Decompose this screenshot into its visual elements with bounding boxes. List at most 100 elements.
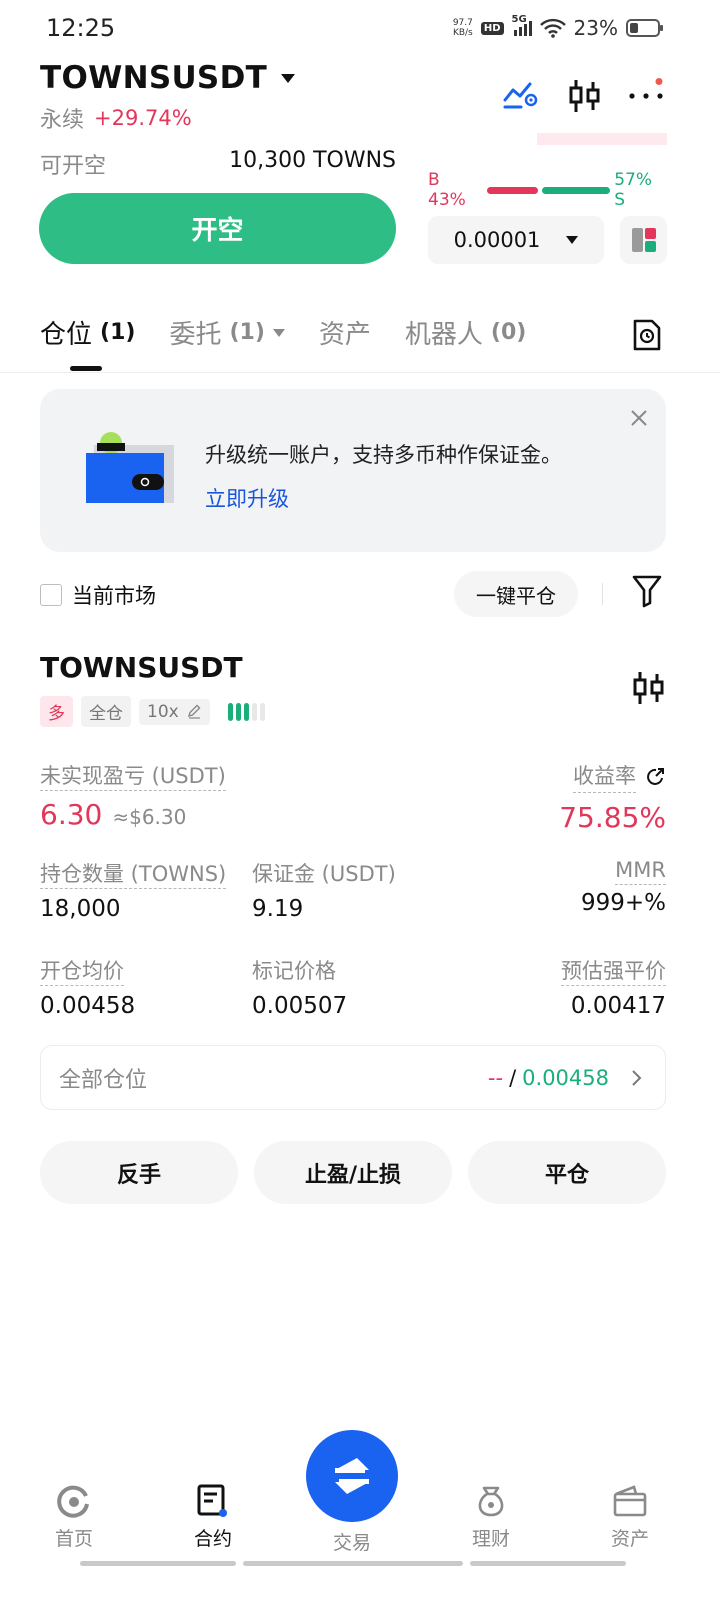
buy-ratio-bar <box>486 186 539 194</box>
adl-indicator <box>228 702 266 721</box>
unrealized-pnl-label[interactable]: 未实现盈亏 (USDT) <box>40 764 226 791</box>
position-size: 持仓数量 (TOWNS) 18,000 <box>40 858 227 922</box>
mark-price: 标记价格 0.00507 <box>252 955 347 1019</box>
active-tab-indicator <box>70 366 102 371</box>
roe: 收益率 75.85% <box>559 760 666 834</box>
contract-type: 永续 <box>40 108 85 133</box>
candlestick-icon[interactable] <box>568 78 602 114</box>
more-icon <box>629 78 663 99</box>
pair-name: TOWNSUSDT <box>40 60 268 96</box>
status-icons: 97.7 KB/s HD 5G 23% <box>452 14 663 40</box>
home-indicator <box>243 1561 463 1566</box>
nav-assets[interactable]: 资产 <box>570 1484 690 1551</box>
tab-orders[interactable]: 委托 (1) <box>169 314 285 351</box>
position-tabs: 仓位 (1) 委托 (1) 资产 机器人 (0) <box>40 314 526 351</box>
margin: 保证金 (USDT) 9.19 <box>252 858 396 922</box>
available-row: 可开空 10,300 TOWNS <box>40 148 396 180</box>
divider <box>602 583 603 605</box>
unrealized-pnl-usd: ≈$6.30 <box>112 805 187 829</box>
close-position-button[interactable]: 平仓 <box>468 1141 666 1204</box>
pair-subtitle: 永续 +29.74% <box>40 102 192 134</box>
tick-size-select[interactable]: 0.00001 <box>428 216 604 264</box>
price-change: +29.74% <box>94 106 192 130</box>
liquidation-price: 预估强平价 0.00417 <box>561 955 666 1019</box>
swap-icon <box>335 1458 369 1494</box>
close-icon[interactable] <box>630 409 648 427</box>
edit-icon <box>188 704 201 719</box>
leverage-tag[interactable]: 10x <box>139 698 211 725</box>
nav-trade-label[interactable]: 交易 <box>292 1528 412 1555</box>
pair-selector[interactable]: TOWNSUSDT <box>40 60 296 96</box>
roe-value: 75.85% <box>559 801 666 834</box>
unrealized-pnl: 未实现盈亏 (USDT) 6.30 ≈$6.30 <box>40 760 226 831</box>
sell-ratio: 57% S <box>614 170 653 210</box>
available-label: 可开空 <box>40 154 107 179</box>
chevron-right-icon <box>632 1069 642 1086</box>
chevron-down-icon <box>272 328 285 337</box>
upgrade-banner: 升级统一账户，支持多币种作保证金。 立即升级 <box>40 389 666 552</box>
filter-icon[interactable] <box>631 574 663 608</box>
home-indicator <box>470 1561 626 1566</box>
margin-value: 9.19 <box>252 896 304 922</box>
history-icon[interactable] <box>632 318 662 352</box>
signal-icon: 5G <box>512 14 532 36</box>
banner-text: 升级统一账户，支持多币种作保证金。 <box>205 443 562 467</box>
tp-sl-button[interactable]: 止盈/止损 <box>254 1141 452 1204</box>
liq-label[interactable]: 预估强平价 <box>561 959 666 986</box>
size-label[interactable]: 持仓数量 (TOWNS) <box>40 862 227 889</box>
all-positions-row[interactable]: 全部仓位 -- / 0.00458 <box>40 1045 666 1110</box>
status-bar: 12:25 97.7 KB/s HD 5G 23% <box>0 0 720 56</box>
mmr-value: 999+% <box>580 890 666 916</box>
close-all-button[interactable]: 一键平仓 <box>454 571 578 617</box>
available-value: 10,300 TOWNS <box>229 148 396 173</box>
tab-positions[interactable]: 仓位 (1) <box>40 314 135 351</box>
candlestick-icon[interactable] <box>632 670 666 706</box>
sell-ratio-bar <box>542 186 611 194</box>
buy-ratio: B 43% <box>428 170 466 210</box>
margin-label: 保证金 (USDT) <box>252 862 396 886</box>
entry-label[interactable]: 开仓均价 <box>40 959 124 986</box>
home-icon <box>57 1485 89 1518</box>
tab-bots[interactable]: 机器人 (0) <box>405 314 526 351</box>
tab-assets[interactable]: 资产 <box>319 314 371 351</box>
reverse-button[interactable]: 反手 <box>40 1141 238 1204</box>
tick-size-value: 0.00001 <box>453 228 541 252</box>
chevron-down-icon <box>281 73 296 83</box>
nav-earn[interactable]: 理财 <box>431 1484 551 1551</box>
more-menu-button[interactable] <box>628 78 668 108</box>
status-time: 12:25 <box>46 14 116 42</box>
mark-label: 标记价格 <box>252 959 336 983</box>
orderbook-layout-button[interactable] <box>620 216 667 264</box>
open-short-button[interactable]: 开空 <box>39 193 396 264</box>
orderbook-depth-strip <box>537 133 667 145</box>
roe-label[interactable]: 收益率 <box>573 760 636 793</box>
nav-futures[interactable]: 合约 <box>153 1484 273 1551</box>
entry-value: 0.00458 <box>40 993 136 1019</box>
margin-mode-tag: 全仓 <box>81 696 131 727</box>
mark-value: 0.00507 <box>252 993 348 1019</box>
mmr: MMR 999+% <box>581 858 666 916</box>
position-symbol: TOWNSUSDT <box>40 651 243 684</box>
mmr-label[interactable]: MMR <box>615 858 666 885</box>
liq-value: 0.00417 <box>570 993 666 1019</box>
nav-trade-fab[interactable] <box>306 1430 398 1522</box>
futures-icon <box>197 1484 227 1517</box>
battery-percent: 23% <box>573 16 618 40</box>
upgrade-link[interactable]: 立即升级 <box>205 483 289 513</box>
current-market-filter[interactable]: 当前市场 <box>40 580 156 610</box>
wallet-illustration-icon <box>86 432 174 503</box>
net-speed: 97.7 KB/s <box>452 18 473 38</box>
position-tags: 多 全仓 10x <box>40 696 266 727</box>
entry-price: 开仓均价 0.00458 <box>40 955 135 1019</box>
unrealized-pnl-value: 6.30 <box>40 798 103 831</box>
side-tag: 多 <box>40 696 73 727</box>
wallet-icon <box>613 1485 647 1517</box>
chevron-down-icon <box>566 236 579 244</box>
nav-home[interactable]: 首页 <box>14 1484 134 1551</box>
checkbox[interactable] <box>40 584 62 606</box>
home-indicator <box>80 1561 236 1566</box>
divider <box>0 372 720 373</box>
share-icon[interactable] <box>646 767 666 787</box>
chart-settings-icon[interactable] <box>503 80 539 110</box>
hd-icon: HD <box>480 21 504 35</box>
